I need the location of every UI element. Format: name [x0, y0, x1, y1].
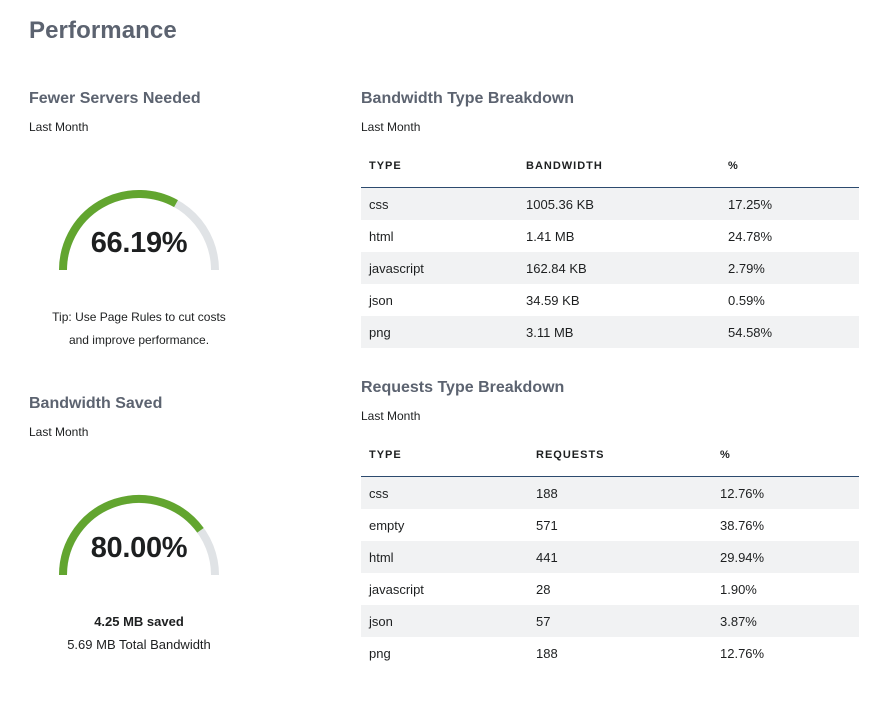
bandwidth-breakdown-subtitle: Last Month: [361, 120, 421, 134]
table-row: json 34.59 KB 0.59%: [361, 284, 859, 316]
cell-percent: 54.58%: [720, 316, 859, 348]
servers-tip: Tip: Use Page Rules to cut costs and imp…: [19, 306, 259, 352]
cell-type: png: [361, 316, 518, 348]
cell-bandwidth: 3.11 MB: [518, 316, 720, 348]
page-title: Performance: [29, 17, 177, 44]
table-row: html 1.41 MB 24.78%: [361, 220, 859, 252]
bandwidth-saved-subtitle: Last Month: [29, 425, 89, 439]
table-row: json 57 3.87%: [361, 605, 859, 637]
table-row: css 1005.36 KB 17.25%: [361, 187, 859, 220]
column-header-requests[interactable]: REQUESTS: [528, 434, 712, 477]
servers-tip-line2: and improve performance.: [68, 333, 210, 347]
cell-type: html: [361, 541, 528, 573]
table-row: css 188 12.76%: [361, 476, 859, 509]
cell-percent: 12.76%: [720, 645, 765, 661]
column-header-type[interactable]: TYPE: [361, 145, 518, 188]
cell-bandwidth: 162.84 KB: [518, 252, 720, 284]
table-row: javascript 28 1.90%: [361, 573, 859, 605]
column-header-percent[interactable]: %: [712, 434, 859, 477]
table-row: html 441 29.94%: [361, 541, 859, 573]
cell-bandwidth: 1005.36 KB: [518, 187, 720, 220]
requests-breakdown-title: Requests Type Breakdown: [361, 379, 565, 396]
table-row: empty 571 38.76%: [361, 509, 859, 541]
cell-requests: 571: [536, 517, 558, 533]
table-row: png 188 12.76%: [361, 637, 859, 669]
cell-percent: 29.94%: [712, 541, 859, 573]
cell-type: css: [361, 187, 518, 220]
cell-requests: 28: [536, 581, 551, 597]
table-row: javascript 162.84 KB 2.79%: [361, 252, 859, 284]
cell-type: css: [361, 476, 528, 509]
bandwidth-breakdown-table: TYPE BANDWIDTH % css 1005.36 KB 17.25% h…: [361, 145, 859, 348]
cell-percent: 1.90%: [720, 581, 757, 597]
cell-percent: 0.59%: [728, 292, 765, 308]
cell-type: javascript: [369, 581, 424, 597]
cell-percent: 12.76%: [712, 476, 859, 509]
cell-bandwidth: 1.41 MB: [526, 228, 575, 244]
cell-requests: 188: [528, 476, 712, 509]
bandwidth-breakdown-title: Bandwidth Type Breakdown: [361, 90, 575, 107]
cell-type: javascript: [361, 252, 518, 284]
bandwidth-total: 5.69 MB Total Bandwidth: [67, 637, 211, 652]
cell-requests: 441: [528, 541, 712, 573]
cell-percent: 17.25%: [720, 187, 859, 220]
requests-breakdown-subtitle: Last Month: [361, 409, 421, 423]
table-header-row: TYPE REQUESTS %: [361, 434, 859, 477]
cell-type: html: [369, 228, 394, 244]
cell-type: empty: [369, 517, 405, 533]
cell-bandwidth: 34.59 KB: [526, 292, 580, 308]
table-row: png 3.11 MB 54.58%: [361, 316, 859, 348]
cell-type: json: [369, 292, 393, 308]
cell-type: png: [369, 645, 391, 661]
requests-breakdown-table: TYPE REQUESTS % css 188 12.76% empty 571…: [361, 434, 859, 669]
cell-percent: 3.87%: [712, 605, 859, 637]
cell-requests: 57: [528, 605, 712, 637]
servers-title: Fewer Servers Needed: [29, 90, 201, 107]
cell-percent: 2.79%: [720, 252, 859, 284]
bandwidth-saved-title: Bandwidth Saved: [29, 395, 163, 412]
servers-tip-line1: Tip: Use Page Rules to cut costs: [52, 310, 226, 324]
cell-requests: 188: [536, 645, 558, 661]
column-header-bandwidth[interactable]: BANDWIDTH: [518, 145, 720, 188]
servers-subtitle: Last Month: [29, 120, 89, 134]
servers-gauge: 66.19%: [49, 185, 229, 285]
column-header-type[interactable]: TYPE: [361, 434, 528, 477]
column-header-percent[interactable]: %: [720, 145, 859, 188]
cell-percent: 38.76%: [720, 517, 765, 533]
cell-percent: 24.78%: [728, 228, 773, 244]
servers-gauge-value: 66.19%: [90, 227, 188, 259]
table-header-row: TYPE BANDWIDTH %: [361, 145, 859, 188]
bandwidth-saved-amount: 4.25 MB saved: [94, 614, 184, 629]
bandwidth-saved-gauge: 80.00%: [49, 490, 229, 590]
bandwidth-saved-gauge-value: 80.00%: [90, 532, 188, 564]
cell-type: json: [361, 605, 528, 637]
